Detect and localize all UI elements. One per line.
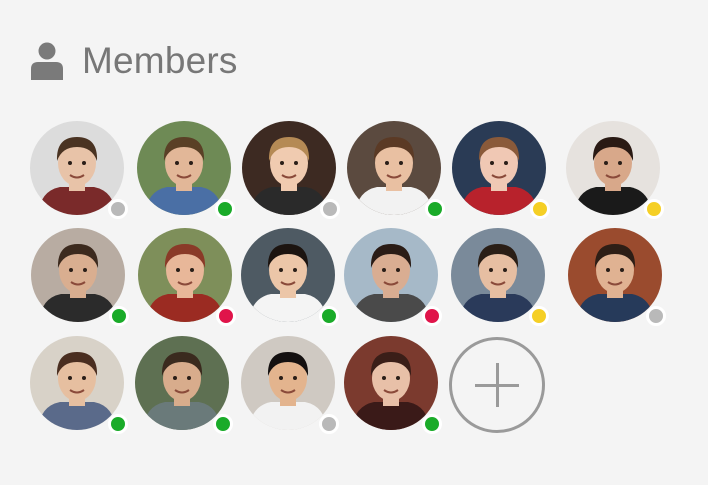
status-indicator-online bbox=[425, 199, 445, 219]
status-indicator-online bbox=[108, 414, 128, 434]
avatar bbox=[242, 121, 336, 215]
status-indicator-busy bbox=[422, 306, 442, 326]
avatar bbox=[451, 228, 545, 322]
avatar bbox=[241, 228, 335, 322]
member-avatar-15[interactable] bbox=[241, 336, 339, 434]
avatar bbox=[344, 228, 438, 322]
member-avatar-12[interactable] bbox=[568, 228, 666, 326]
avatar bbox=[135, 336, 229, 430]
avatar bbox=[30, 121, 124, 215]
status-indicator-offline bbox=[319, 414, 339, 434]
avatar bbox=[138, 228, 232, 322]
member-avatar-3[interactable] bbox=[242, 121, 340, 219]
avatar bbox=[566, 121, 660, 215]
member-avatar-1[interactable] bbox=[30, 121, 128, 219]
member-avatar-6[interactable] bbox=[566, 121, 664, 219]
avatar bbox=[241, 336, 335, 430]
avatar bbox=[30, 336, 124, 430]
status-indicator-busy bbox=[216, 306, 236, 326]
member-avatar-8[interactable] bbox=[138, 228, 236, 326]
members-grid bbox=[0, 0, 708, 485]
avatar bbox=[344, 336, 438, 430]
member-avatar-2[interactable] bbox=[137, 121, 235, 219]
add-member-button[interactable] bbox=[449, 337, 545, 433]
member-avatar-7[interactable] bbox=[31, 228, 129, 326]
avatar bbox=[31, 228, 125, 322]
status-indicator-away bbox=[644, 199, 664, 219]
member-avatar-5[interactable] bbox=[452, 121, 550, 219]
avatar bbox=[137, 121, 231, 215]
status-indicator-online bbox=[215, 199, 235, 219]
avatar bbox=[568, 228, 662, 322]
status-indicator-online bbox=[109, 306, 129, 326]
status-indicator-away bbox=[530, 199, 550, 219]
member-avatar-11[interactable] bbox=[451, 228, 549, 326]
member-avatar-9[interactable] bbox=[241, 228, 339, 326]
status-indicator-offline bbox=[108, 199, 128, 219]
member-avatar-10[interactable] bbox=[344, 228, 442, 326]
status-indicator-offline bbox=[320, 199, 340, 219]
member-avatar-4[interactable] bbox=[347, 121, 445, 219]
avatar bbox=[452, 121, 546, 215]
avatar bbox=[347, 121, 441, 215]
status-indicator-offline bbox=[646, 306, 666, 326]
status-indicator-away bbox=[529, 306, 549, 326]
status-indicator-online bbox=[213, 414, 233, 434]
member-avatar-14[interactable] bbox=[135, 336, 233, 434]
status-indicator-online bbox=[319, 306, 339, 326]
status-indicator-online bbox=[422, 414, 442, 434]
member-avatar-16[interactable] bbox=[344, 336, 442, 434]
member-avatar-13[interactable] bbox=[30, 336, 128, 434]
